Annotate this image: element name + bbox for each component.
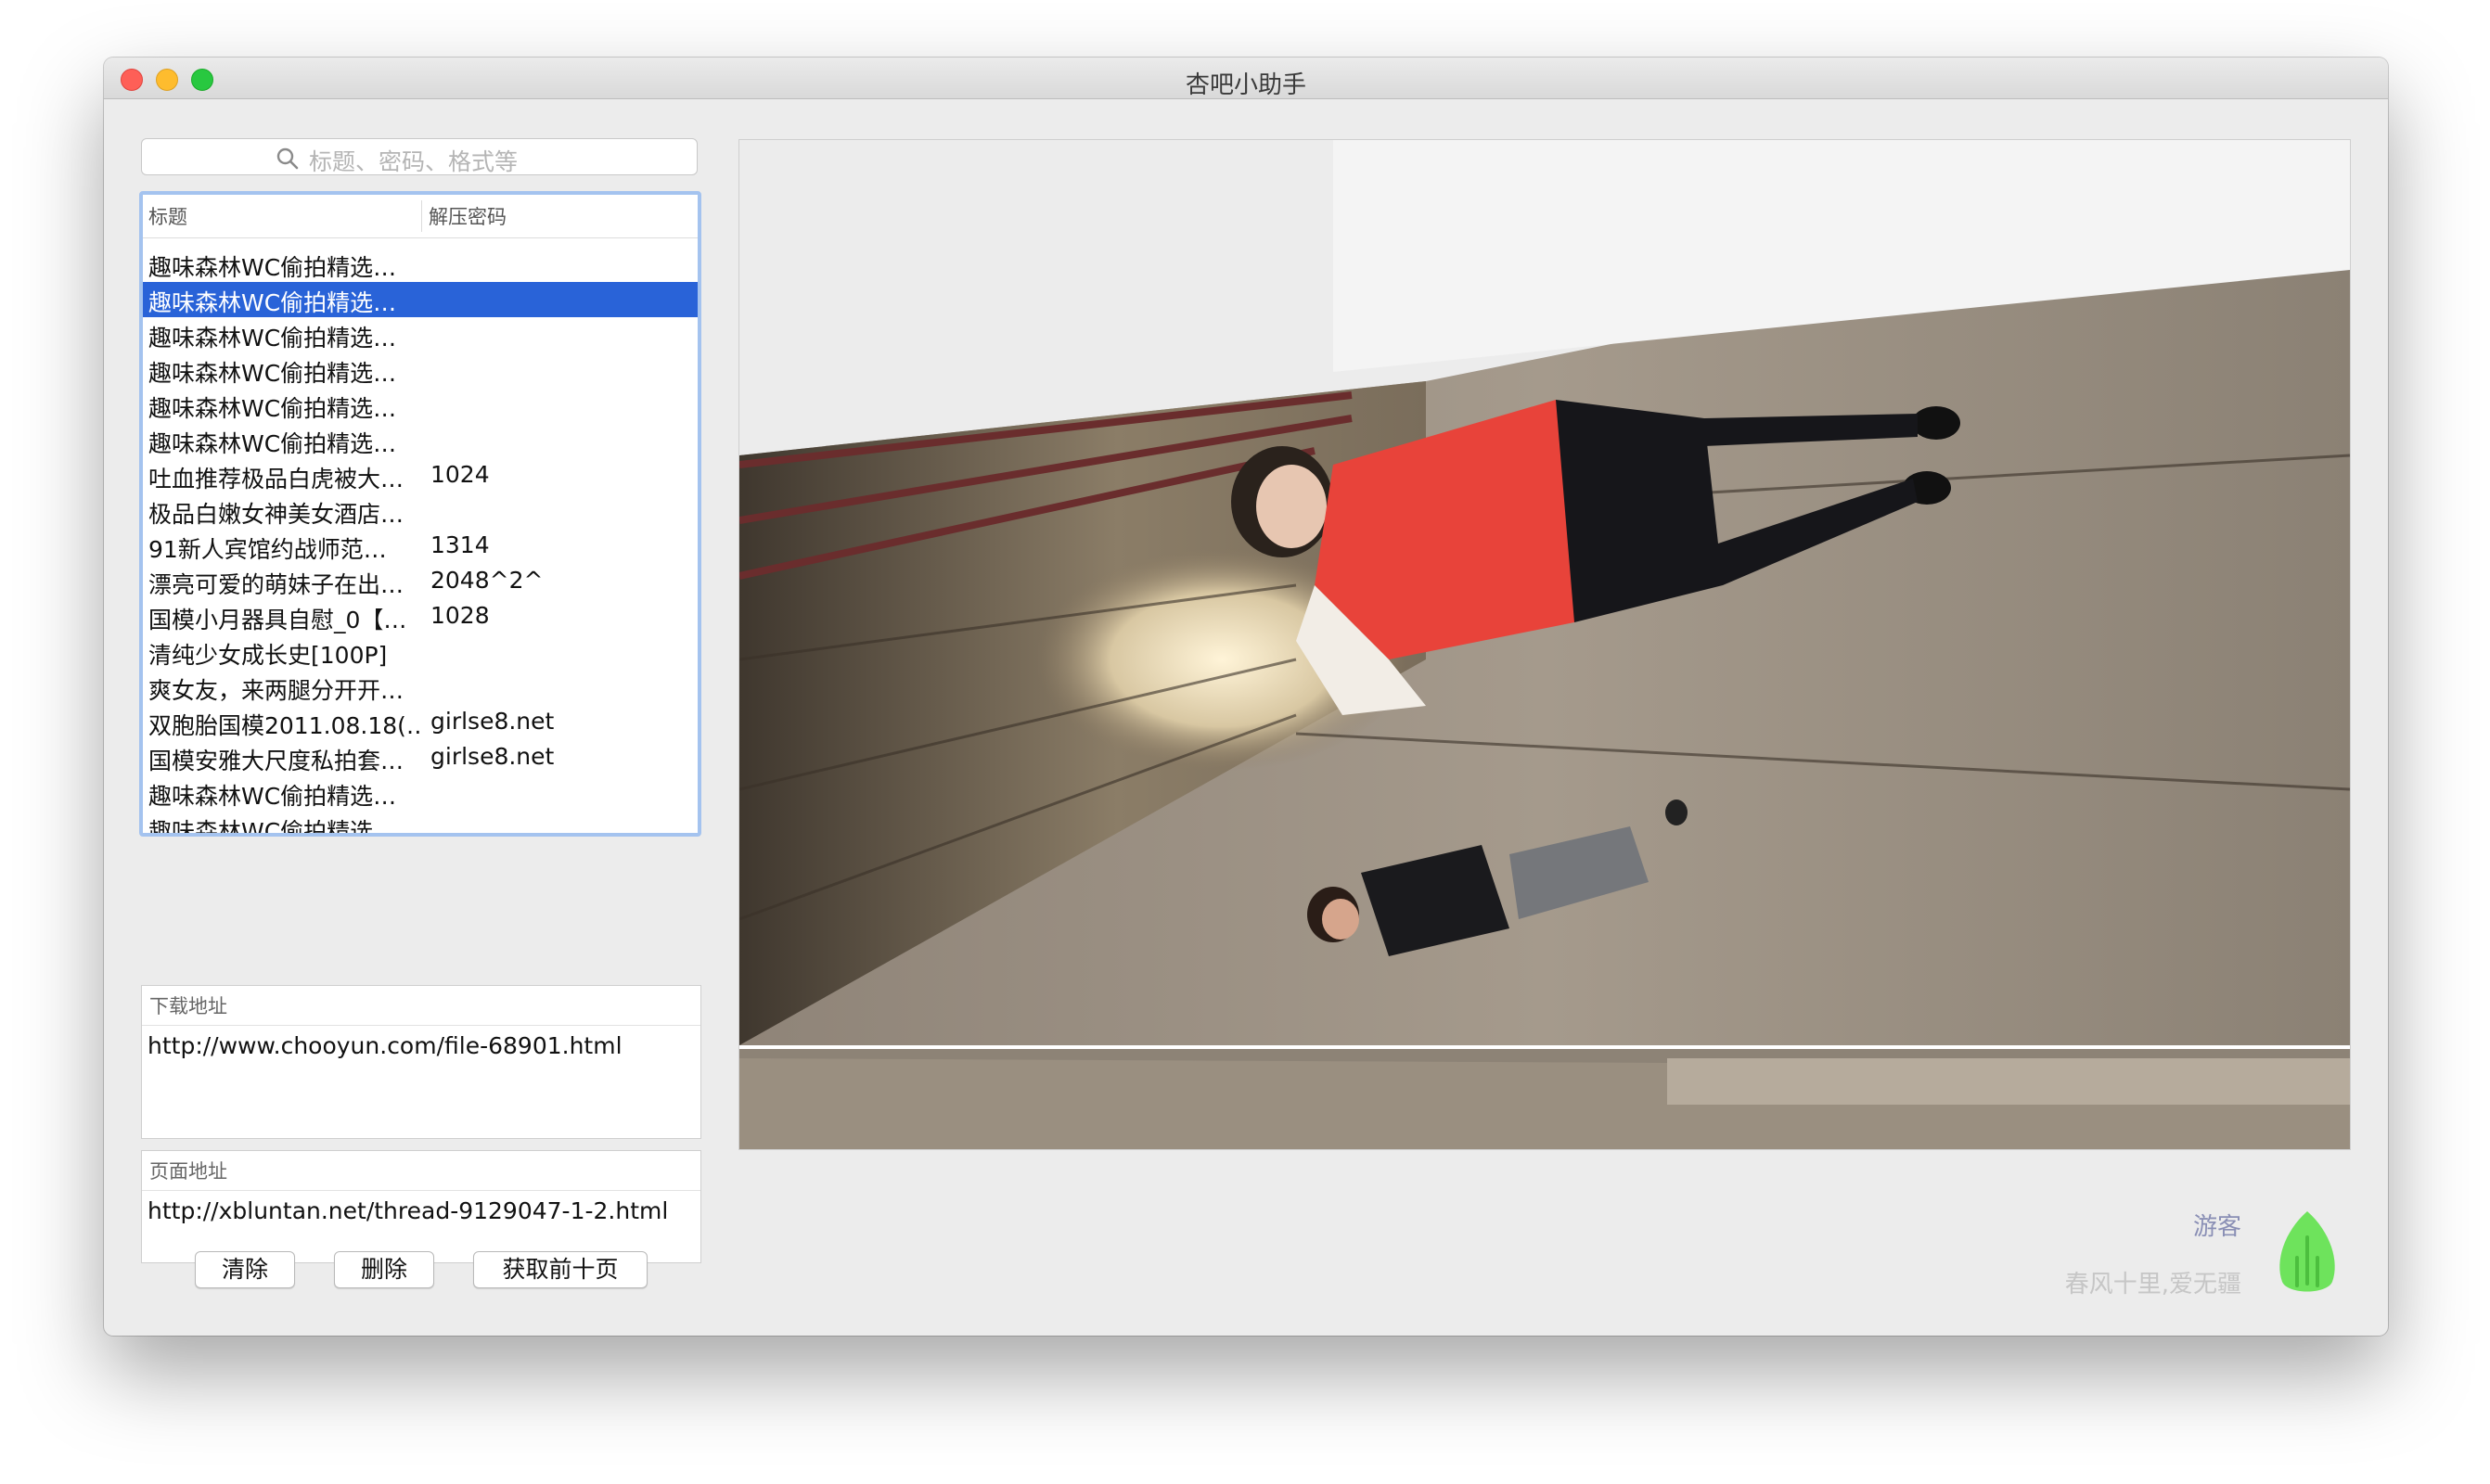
resource-table[interactable]: 标题 解压密码 趣味森林WC偷拍精选… 趣味森林WC偷拍精选… 趣味森林WC偷拍精选… xyxy=(139,191,701,837)
row-title: 漂亮可爱的萌妹子在出… xyxy=(148,571,404,598)
table-row[interactable]: 趣味森林WC偷拍精选… xyxy=(143,352,698,388)
search-icon xyxy=(276,147,299,170)
row-title: 清纯少女成长史[100P] xyxy=(148,642,388,669)
row-password: 1028 xyxy=(430,602,490,629)
panel-divider xyxy=(142,1025,700,1026)
table-row[interactable]: 趣味森林WC偷拍精选… xyxy=(143,247,698,282)
search-field[interactable]: 标题、密码、格式等 xyxy=(141,138,698,175)
row-password: 1024 xyxy=(430,461,490,488)
page-url-panel: 页面地址 http://xbluntan.net/thread-9129047-… xyxy=(141,1150,701,1263)
row-password: girlse8.net xyxy=(430,743,555,770)
page-url-label: 页面地址 xyxy=(149,1160,227,1183)
row-title: 双胞胎国模2011.08.18(… xyxy=(148,712,419,739)
table-row[interactable]: 爽女友，来两腿分开开… xyxy=(143,670,698,705)
seed-logo-icon xyxy=(2279,1211,2335,1292)
row-title: 吐血推荐极品白虎被大… xyxy=(148,466,404,493)
row-title: 爽女友，来两腿分开开… xyxy=(148,677,404,704)
row-title: 趣味森林WC偷拍精选… xyxy=(148,325,397,352)
row-password: 2048^2^ xyxy=(430,567,544,594)
panel-divider xyxy=(142,1190,700,1191)
fetch-ten-pages-button[interactable]: 获取前十页 xyxy=(473,1251,648,1288)
row-title: 趣味森林WC偷拍精选… xyxy=(148,430,397,457)
table-row[interactable]: 趣味森林WC偷拍精选… xyxy=(143,317,698,352)
clear-button[interactable]: 清除 xyxy=(195,1251,295,1288)
delete-button[interactable]: 删除 xyxy=(334,1251,434,1288)
row-title: 趣味森林WC偷拍精选… xyxy=(148,360,397,387)
row-title: 国模安雅大尺度私拍套… xyxy=(148,748,404,774)
table-body: 趣味森林WC偷拍精选… 趣味森林WC偷拍精选… 趣味森林WC偷拍精选… 趣味森林WC偷… xyxy=(143,247,698,837)
table-row[interactable]: 极品白嫩女神美女酒店… xyxy=(143,493,698,529)
window-title: 杏吧小助手 xyxy=(1185,71,1306,99)
image-preview xyxy=(738,139,2351,1150)
user-motto: 春风十里,爱无疆 xyxy=(2064,1271,2241,1298)
title-bar: 杏吧小助手 xyxy=(104,58,2388,99)
table-row[interactable]: 趣味森林WC偷拍精选… xyxy=(143,775,698,811)
row-title: 趣味森林WC偷拍精选… xyxy=(148,818,397,837)
table-row[interactable]: 双胞胎国模2011.08.18(… girlse8.net xyxy=(143,705,698,740)
download-url-panel: 下载地址 http://www.chooyun.com/file-68901.h… xyxy=(141,985,701,1139)
table-row[interactable]: 漂亮可爱的萌妹子在出… 2048^2^ xyxy=(143,564,698,599)
column-divider xyxy=(421,200,422,232)
row-title: 趣味森林WC偷拍精选… xyxy=(148,395,397,422)
row-title: 极品白嫩女神美女酒店… xyxy=(148,501,404,528)
column-header-password[interactable]: 解压密码 xyxy=(429,202,507,230)
row-title: 国模小月器具自慰_0【… xyxy=(148,607,407,633)
search-placeholder: 标题、密码、格式等 xyxy=(309,148,519,175)
table-row[interactable]: 趣味森林WC偷拍精选… xyxy=(143,388,698,423)
table-header: 标题 解压密码 xyxy=(143,195,698,238)
row-title: 趣味森林WC偷拍精选… xyxy=(148,783,397,810)
column-header-title[interactable]: 标题 xyxy=(148,202,187,230)
row-title: 趣味森林WC偷拍精选… xyxy=(148,254,397,281)
row-title: 91新人宾馆约战师范… xyxy=(148,536,387,563)
table-row[interactable]: 趣味森林WC偷拍精选… xyxy=(143,282,698,317)
preview-photo xyxy=(739,140,2350,1149)
table-row[interactable]: 趣味森林WC偷拍精选… xyxy=(143,423,698,458)
row-title: 趣味森林WC偷拍精选… xyxy=(148,289,397,316)
table-row[interactable]: 91新人宾馆约战师范… 1314 xyxy=(143,529,698,564)
row-password: 1314 xyxy=(430,531,490,558)
row-password: girlse8.net xyxy=(430,708,555,735)
page-url-field[interactable]: http://xbluntan.net/thread-9129047-1-2.h… xyxy=(148,1197,668,1224)
table-row[interactable]: 国模小月器具自慰_0【… 1028 xyxy=(143,599,698,634)
table-row[interactable]: 国模安雅大尺度私拍套… girlse8.net xyxy=(143,740,698,775)
download-url-label: 下载地址 xyxy=(149,995,227,1017)
table-row[interactable]: 趣味森林WC偷拍精选… xyxy=(143,811,698,837)
user-name[interactable]: 游客 xyxy=(2193,1208,2241,1242)
table-row[interactable]: 清纯少女成长史[100P] xyxy=(143,634,698,670)
download-url-field[interactable]: http://www.chooyun.com/file-68901.html xyxy=(148,1032,622,1059)
app-window: 杏吧小助手 标题、密码、格式等 标题 解压密码 趣味森林WC偷拍精选… 趣味森林W… xyxy=(104,58,2388,1336)
table-row[interactable]: 吐血推荐极品白虎被大… 1024 xyxy=(143,458,698,493)
